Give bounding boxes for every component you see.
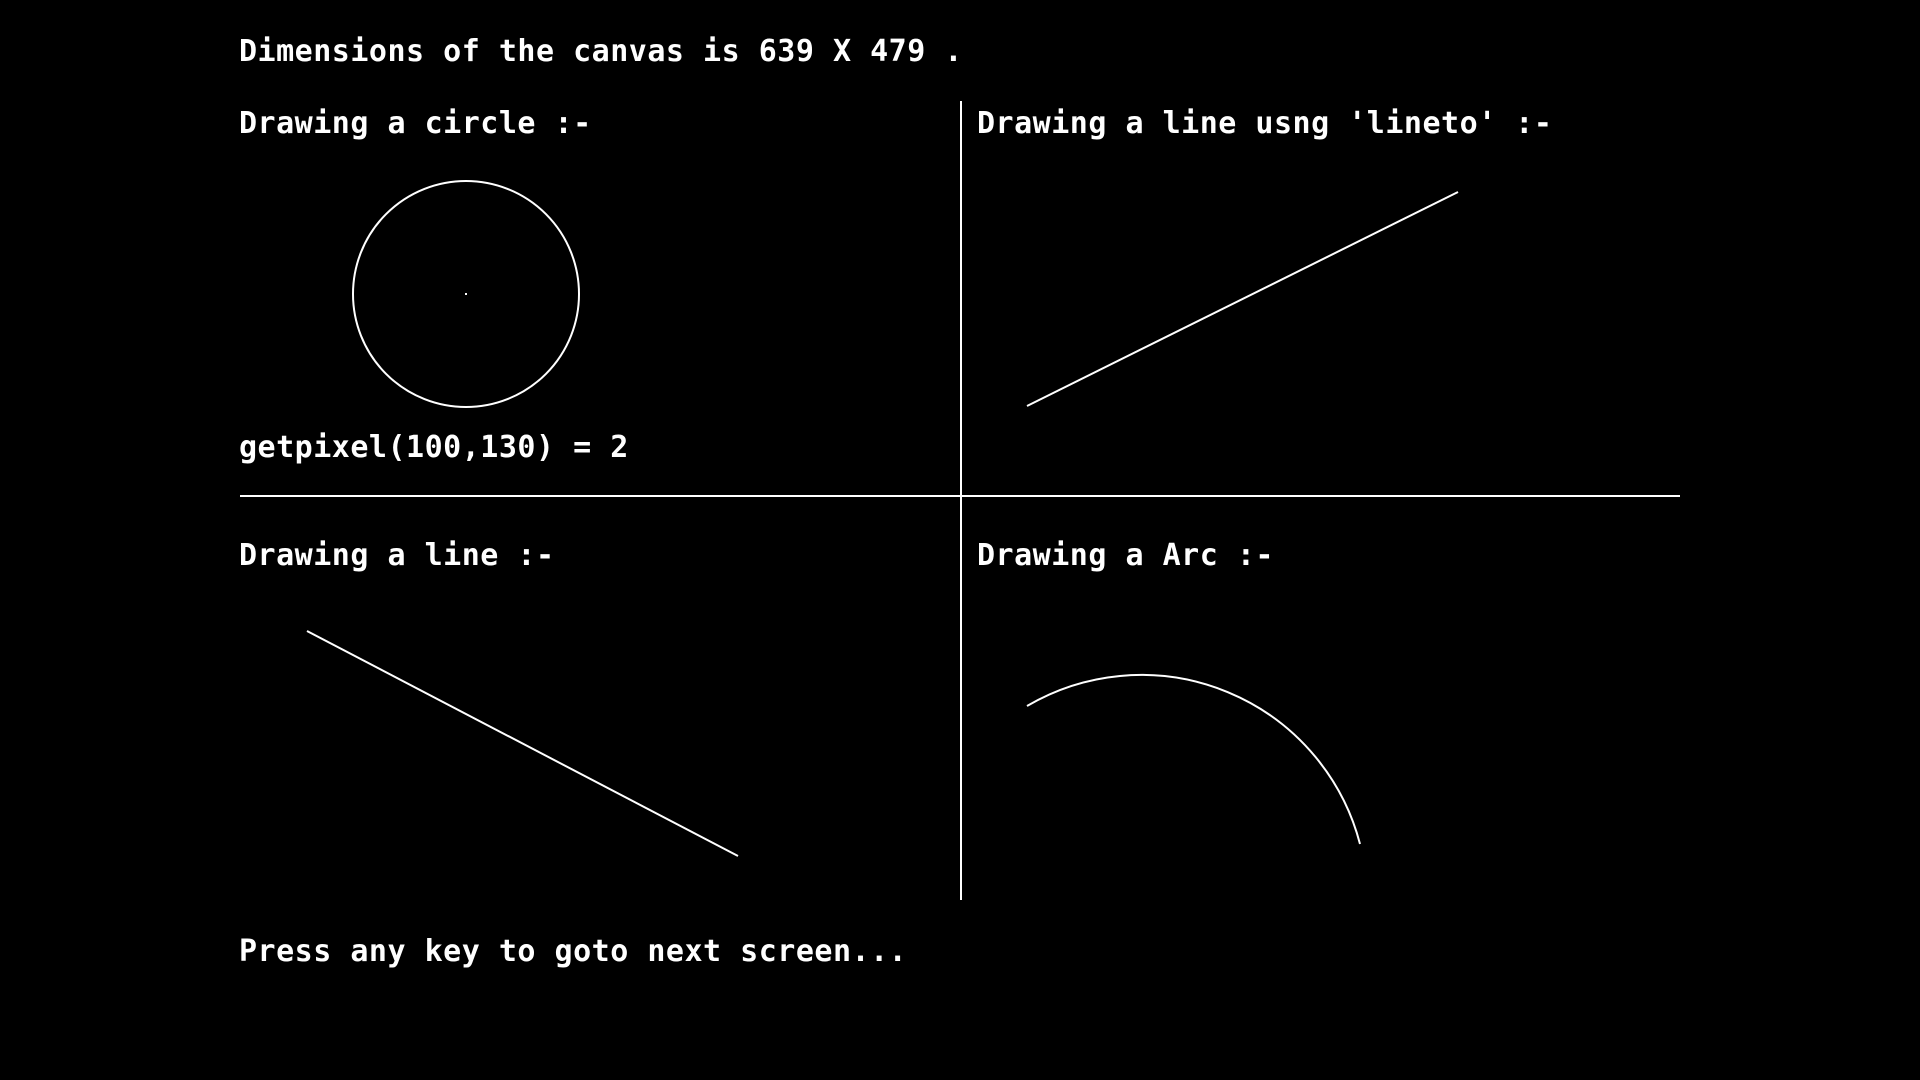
getpixel-result-text: getpixel(100,130) = 2	[239, 430, 629, 465]
arc-panel-label: Drawing a Arc :-	[977, 538, 1274, 573]
drawn-arc	[1026, 673, 1361, 845]
lineto-panel-label: Drawing a line usng 'lineto' :-	[977, 106, 1553, 141]
line-panel-label: Drawing a line :-	[239, 538, 555, 573]
continue-prompt: Press any key to goto next screen...	[239, 934, 908, 969]
circle-panel-label: Drawing a circle :-	[239, 106, 592, 141]
lineto-line	[1026, 191, 1459, 407]
canvas-dimensions-text: Dimensions of the canvas is 639 X 479 .	[239, 34, 963, 69]
graphics-screen: Dimensions of the canvas is 639 X 479 . …	[0, 0, 1920, 1080]
drawn-line	[306, 630, 739, 857]
circle-center-pixel	[465, 293, 467, 295]
